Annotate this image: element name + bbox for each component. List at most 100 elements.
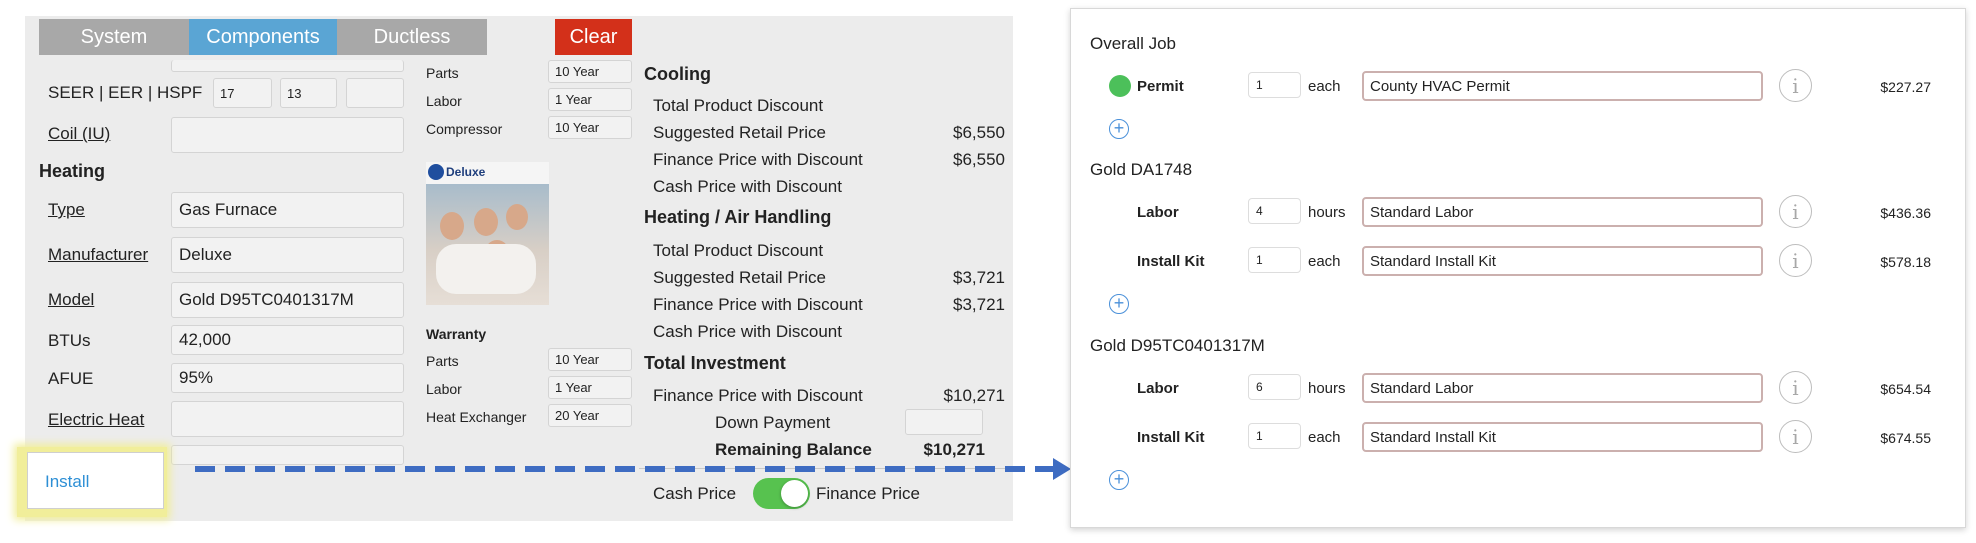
cooling-warranty-parts-field[interactable]: 10 Year <box>548 60 632 83</box>
heating-finance-value: $3,721 <box>953 295 1005 314</box>
group-title-gold-d95tc: Gold D95TC0401317M <box>1090 336 1265 355</box>
d95tc-kit-label: Install Kit <box>1137 429 1205 446</box>
cooling-retail-label: Suggested Retail Price <box>653 123 826 142</box>
cooling-warranty-labor-label: Labor <box>426 93 462 109</box>
price-mode-toggle[interactable] <box>753 478 810 509</box>
cooling-retail-value: $6,550 <box>953 123 1005 142</box>
da1748-labor-qty-input[interactable]: 4 <box>1248 198 1301 224</box>
brand-logo-icon <box>428 164 444 180</box>
cooling-warranty-compressor-field[interactable]: 10 Year <box>548 116 632 139</box>
heating-retail-value: $3,721 <box>953 268 1005 287</box>
type-label[interactable]: Type <box>48 200 85 220</box>
coil-field[interactable] <box>171 117 404 153</box>
add-item-da1748-icon[interactable]: + <box>1109 294 1129 314</box>
d95tc-labor-qty-input[interactable]: 6 <box>1248 374 1301 400</box>
permit-price: $227.27 <box>1880 79 1931 95</box>
d95tc-kit-price: $674.55 <box>1880 430 1931 446</box>
da1748-kit-info-icon[interactable]: i <box>1779 244 1812 277</box>
group-title-overall-job: Overall Job <box>1090 34 1176 53</box>
hspf-field[interactable] <box>346 78 404 108</box>
brand-banner <box>426 162 549 184</box>
partial-field[interactable] <box>171 445 404 465</box>
da1748-labor-price: $436.36 <box>1880 205 1931 221</box>
btus-label: BTUs <box>48 331 91 350</box>
warranty-labor-label: Labor <box>426 381 462 397</box>
afue-label: AFUE <box>48 369 94 388</box>
tab-components[interactable]: Components <box>189 19 337 55</box>
da1748-kit-qty-input[interactable]: 1 <box>1248 247 1301 273</box>
cash-price-label: Cash Price <box>653 484 737 503</box>
d95tc-labor-info-icon[interactable]: i <box>1779 371 1812 404</box>
tab-ductless[interactable]: Ductless <box>337 19 487 55</box>
d95tc-kit-unit: each <box>1308 429 1341 446</box>
da1748-labor-description-input[interactable]: Standard Labor <box>1362 197 1763 227</box>
tab-system[interactable]: System <box>39 19 189 55</box>
heating-cash-label: Cash Price with Discount <box>653 322 842 341</box>
cooling-finance-label: Finance Price with Discount <box>653 150 863 169</box>
permit-label: Permit <box>1137 78 1184 95</box>
model-label[interactable]: Model <box>48 290 94 310</box>
install-detail-panel: Overall Job Permit 1 each County HVAC Pe… <box>1070 8 1966 528</box>
brand-logo-text: Deluxe <box>446 165 486 179</box>
warranty-labor-field[interactable]: 1 Year <box>548 376 632 399</box>
family-photo <box>426 184 549 305</box>
warranty-parts-field[interactable]: 10 Year <box>548 348 632 371</box>
heating-section-title: Heating <box>39 161 106 181</box>
cooling-warranty-compressor-label: Compressor <box>426 121 503 137</box>
d95tc-labor-label: Labor <box>1137 380 1179 397</box>
d95tc-labor-description-input[interactable]: Standard Labor <box>1362 373 1763 403</box>
warranty-heat-exchanger-field[interactable]: 20 Year <box>548 404 632 427</box>
da1748-labor-info-icon[interactable]: i <box>1779 195 1812 228</box>
coil-label[interactable]: Coil (IU) <box>48 124 110 144</box>
d95tc-kit-info-icon[interactable]: i <box>1779 420 1812 453</box>
da1748-kit-label: Install Kit <box>1137 253 1205 270</box>
warranty-heat-exchanger-label: Heat Exchanger <box>426 409 527 425</box>
warranty-title: Warranty <box>426 326 487 342</box>
afue-field[interactable]: 95% <box>171 363 404 393</box>
scrolled-field[interactable] <box>171 60 404 72</box>
d95tc-labor-unit: hours <box>1308 380 1346 397</box>
da1748-kit-price: $578.18 <box>1880 254 1931 270</box>
toggle-knob[interactable] <box>781 480 808 507</box>
heating-retail-label: Suggested Retail Price <box>653 268 826 287</box>
clear-button[interactable]: Clear <box>555 19 632 55</box>
down-payment-field[interactable] <box>905 409 983 435</box>
components-panel: System Components Ductless Clear SEER | … <box>25 16 1013 521</box>
cooling-finance-value: $6,550 <box>953 150 1005 169</box>
down-payment-label: Down Payment <box>715 413 831 432</box>
product-image: Deluxe <box>426 162 549 305</box>
cooling-discount-label: Total Product Discount <box>653 96 824 115</box>
install-button-label: Install <box>45 472 90 491</box>
cooling-warranty-parts-label: Parts <box>426 65 459 81</box>
d95tc-kit-description-input[interactable]: Standard Install Kit <box>1362 422 1763 452</box>
total-investment-title: Total Investment <box>644 353 786 373</box>
group-title-gold-da1748: Gold DA1748 <box>1090 160 1193 179</box>
permit-unit: each <box>1308 78 1341 95</box>
add-item-overall-job-icon[interactable]: + <box>1109 119 1129 139</box>
heating-type-field[interactable]: Gas Furnace <box>171 192 404 228</box>
warranty-parts-label: Parts <box>426 353 459 369</box>
btus-field[interactable]: 42,000 <box>171 325 404 355</box>
finance-price-label: Finance Price <box>816 484 920 503</box>
electric-heat-field[interactable] <box>171 401 404 437</box>
cooling-warranty-labor-field[interactable]: 1 Year <box>548 88 632 111</box>
model-field[interactable]: Gold D95TC0401317M <box>171 282 404 318</box>
manufacturer-label[interactable]: Manufacturer <box>48 245 148 265</box>
electric-heat-label[interactable]: Electric Heat <box>48 410 144 430</box>
seer-field[interactable]: 17 <box>213 78 272 108</box>
eer-field[interactable]: 13 <box>280 78 337 108</box>
arrow-line <box>195 466 1055 472</box>
d95tc-kit-qty-input[interactable]: 1 <box>1248 423 1301 449</box>
permit-description-input[interactable]: County HVAC Permit <box>1362 71 1763 101</box>
install-button[interactable]: Install <box>27 452 164 509</box>
da1748-kit-description-input[interactable]: Standard Install Kit <box>1362 246 1763 276</box>
permit-qty-input[interactable]: 1 <box>1248 72 1301 98</box>
permit-info-icon[interactable]: i <box>1779 69 1812 102</box>
add-item-d95tc-icon[interactable]: + <box>1109 470 1129 490</box>
heating-finance-label: Finance Price with Discount <box>653 295 863 314</box>
manufacturer-field[interactable]: Deluxe <box>171 237 404 273</box>
cooling-title: Cooling <box>644 64 711 84</box>
efficiency-label: SEER | EER | HSPF <box>48 83 203 102</box>
total-finance-label: Finance Price with Discount <box>653 386 863 405</box>
total-finance-value: $10,271 <box>943 386 1005 405</box>
